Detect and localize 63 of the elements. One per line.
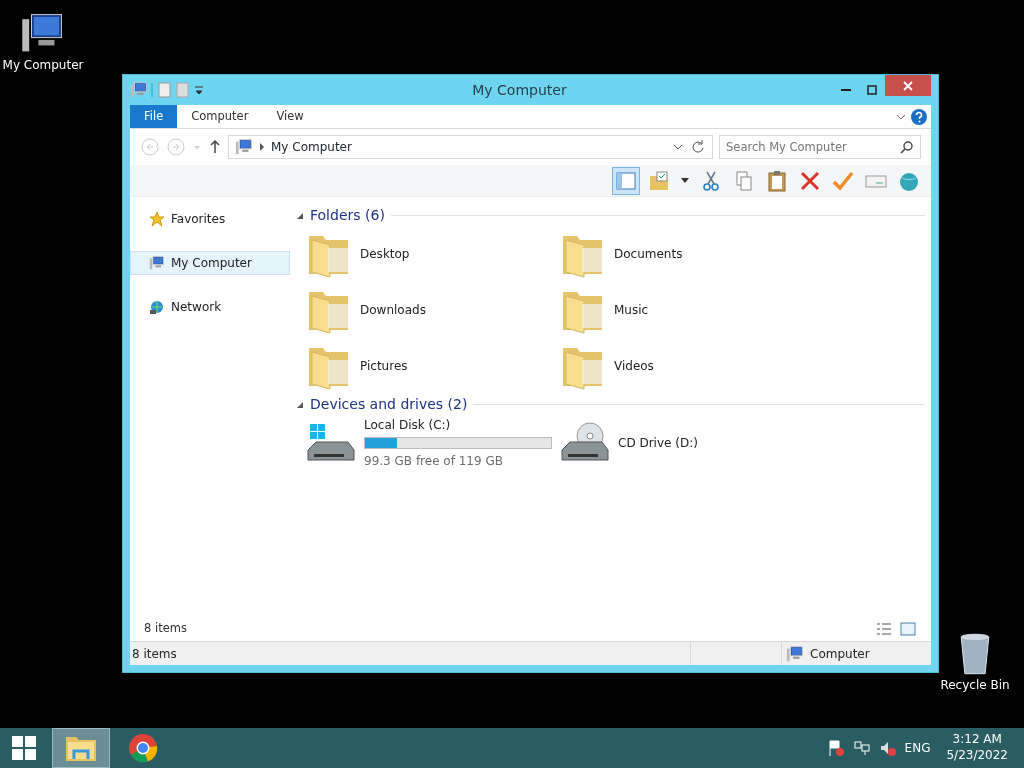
sidebar-item[interactable]: Favorites: [130, 207, 290, 231]
drive-item[interactable]: Local Disk (C:) 99.3 GB free of 119 GB: [306, 415, 560, 471]
minimize-icon: [841, 89, 851, 91]
details-view-icon[interactable]: [875, 621, 893, 637]
sidebar-item[interactable]: Network: [130, 295, 290, 319]
folder-item[interactable]: Downloads: [306, 282, 560, 338]
computer-icon: [130, 81, 148, 99]
clock-time[interactable]: 3:12 AM: [952, 732, 1002, 748]
item-label: Documents: [614, 246, 683, 263]
clipboard-icon: [765, 168, 789, 193]
item-label: Videos: [614, 358, 654, 375]
folder-item[interactable]: Pictures: [306, 338, 560, 394]
desktop-icon-label[interactable]: Recycle Bin: [940, 676, 1010, 694]
collapse-triangle-icon[interactable]: [296, 400, 304, 409]
star-icon: [149, 211, 165, 227]
free-space-text: 99.3 GB free of 119 GB: [364, 453, 504, 470]
breadcrumb-arrow-icon: [259, 142, 265, 152]
desktop-icon-label[interactable]: My Computer: [2, 56, 84, 74]
flag-error-icon[interactable]: [826, 739, 845, 757]
maximize-icon: [867, 85, 877, 95]
computer-icon: [149, 255, 165, 271]
item-label: Local Disk (C:): [364, 417, 452, 434]
close-icon: [903, 80, 913, 91]
ribbon-tab[interactable]: File: [130, 105, 178, 128]
ribbon-tab[interactable]: View: [262, 105, 318, 128]
search-icon: [900, 140, 914, 154]
divider-icon: [148, 82, 156, 98]
address-text: My Computer: [271, 139, 353, 156]
browser-icon: [128, 733, 158, 763]
caret-icon: [681, 178, 689, 183]
status-location: Computer: [810, 645, 870, 663]
window-title: My Computer: [471, 80, 568, 100]
sidebar-item[interactable]: My Computer: [130, 251, 290, 275]
close-button[interactable]: [885, 75, 931, 96]
clock-date[interactable]: 5/23/2022: [946, 748, 1008, 764]
language-indicator[interactable]: ENG: [904, 739, 931, 757]
folder-check-icon: [647, 168, 671, 193]
sidebar-label: Network: [171, 299, 222, 316]
ribbon-tab[interactable]: Computer: [177, 105, 263, 128]
group-heading: Folders (6): [310, 206, 385, 225]
item-label: Music: [614, 302, 649, 319]
folder-item[interactable]: Desktop: [306, 226, 560, 282]
sidebar-label: My Computer: [171, 255, 252, 272]
preview-pane-button[interactable]: [612, 166, 640, 195]
computer-icon: [235, 138, 253, 156]
folder-item[interactable]: Music: [560, 282, 814, 338]
item-label: Desktop: [360, 246, 410, 263]
search-field[interactable]: Search My Computer: [719, 135, 921, 159]
item-label: CD Drive (D:): [618, 435, 698, 452]
drive-item[interactable]: CD Drive (D:): [560, 415, 814, 471]
windows-logo-icon: [11, 735, 37, 761]
collapse-triangle-icon[interactable]: [296, 211, 304, 220]
item-label: Pictures: [360, 358, 408, 375]
group-heading: Devices and drives (2): [310, 395, 468, 414]
status-text: 8 items: [131, 645, 178, 663]
sidebar-label: Favorites: [171, 211, 226, 228]
item-label: Downloads: [360, 302, 426, 319]
address-bar[interactable]: My Computer: [228, 135, 713, 159]
item-count: 8 items: [144, 620, 188, 638]
folder-item[interactable]: Videos: [560, 338, 814, 394]
computer-icon: [786, 644, 804, 663]
network-icon: [149, 299, 165, 315]
folder-item[interactable]: Documents: [560, 226, 814, 282]
